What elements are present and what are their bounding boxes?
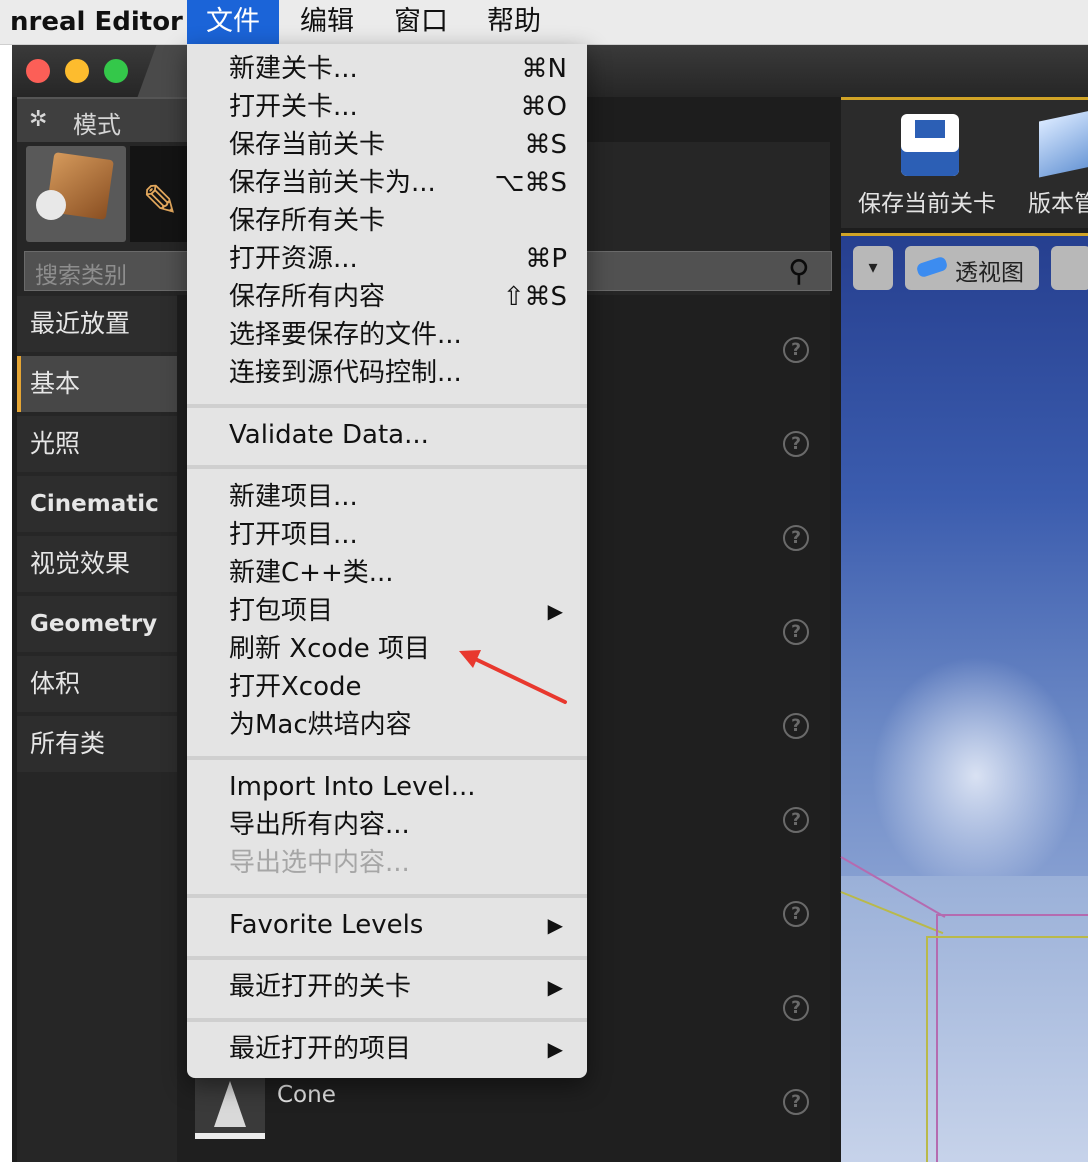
help-icon[interactable]: ? <box>783 431 809 457</box>
submenu-arrow-icon: ▶ <box>547 1037 563 1061</box>
menu-item-save-current-level[interactable]: 保存当前关卡 ⌘S <box>187 126 587 164</box>
menu-item-import-into-level[interactable]: Import Into Level... <box>187 768 587 806</box>
modes-tab-label: 模式 <box>73 111 121 139</box>
search-icon[interactable]: ⚲ <box>788 254 810 289</box>
help-icon[interactable]: ? <box>783 713 809 739</box>
menu-item-export-all[interactable]: 导出所有内容... <box>187 806 587 844</box>
list-item-label[interactable]: Cone <box>277 1082 336 1108</box>
main-toolbar: 保存当前关卡 版本管 <box>841 97 1088 228</box>
minimize-window-button[interactable] <box>65 59 89 83</box>
menu-item-choose-files-to-save[interactable]: 选择要保存的文件... <box>187 316 587 354</box>
perspective-icon <box>915 255 949 279</box>
help-icon[interactable]: ? <box>783 619 809 645</box>
help-icon[interactable]: ? <box>783 901 809 927</box>
category-basic[interactable]: 基本 <box>17 356 177 412</box>
viewport-options-dropdown[interactable]: ▾ <box>853 246 893 290</box>
source-control-button[interactable]: 版本管 <box>1028 184 1088 218</box>
modes-icon: ✲ <box>29 107 48 132</box>
menu-item-open-project[interactable]: 打开项目... <box>187 516 587 554</box>
help-icon[interactable]: ? <box>783 525 809 551</box>
brush-icon: ✎ <box>142 176 179 227</box>
cone-icon <box>214 1081 246 1127</box>
shortcut-label: ⌘N <box>521 54 567 84</box>
lightbulb-icon <box>36 190 66 220</box>
menu-separator <box>187 404 587 408</box>
menu-separator <box>187 894 587 898</box>
menu-item-recent-levels[interactable]: 最近打开的关卡 ▶ <box>187 968 587 1006</box>
menu-item-open-asset[interactable]: 打开资源... ⌘P <box>187 240 587 278</box>
shortcut-label: ⌘S <box>524 130 567 160</box>
save-icon[interactable] <box>901 114 959 176</box>
menu-item-export-selected: 导出选中内容... <box>229 848 410 878</box>
viewport-toolbar: ▾ 透视图 <box>841 236 1088 296</box>
category-visual-effects[interactable]: 视觉效果 <box>17 536 177 592</box>
menu-item-new-project[interactable]: 新建项目... <box>187 478 587 516</box>
category-all-classes[interactable]: 所有类 <box>17 716 177 772</box>
menu-item-connect-source-control[interactable]: 连接到源代码控制... <box>187 354 587 392</box>
menu-item-new-cpp-class[interactable]: 新建C++类... <box>187 554 587 592</box>
sky-cloud <box>871 656 1081 896</box>
menu-help[interactable]: 帮助 <box>487 0 541 44</box>
floppy-label-icon <box>915 120 945 138</box>
source-control-icon[interactable] <box>1039 110 1088 178</box>
submenu-arrow-icon: ▶ <box>547 975 563 999</box>
file-dropdown-menu: 新建关卡... ⌘N 打开关卡... ⌘O 保存当前关卡 ⌘S 保存当前关卡为.… <box>187 44 587 1078</box>
category-volumes[interactable]: 体积 <box>17 656 177 712</box>
menu-bar: nreal Editor 文件 编辑 窗口 帮助 <box>0 0 1088 45</box>
wireframe-volume <box>926 936 1088 1162</box>
category-geometry[interactable]: Geometry <box>17 596 177 652</box>
menu-item-open-level[interactable]: 打开关卡... ⌘O <box>187 88 587 126</box>
menu-separator <box>187 465 587 469</box>
modes-tab[interactable]: ✲ 模式 <box>17 97 197 144</box>
perspective-button[interactable]: 透视图 <box>905 246 1039 290</box>
maximize-window-button[interactable] <box>104 59 128 83</box>
shortcut-label: ⇧⌘S <box>502 282 567 312</box>
menu-separator <box>187 1018 587 1022</box>
menu-item-save-all-levels[interactable]: 保存所有关卡 <box>187 202 587 240</box>
menu-separator <box>187 756 587 760</box>
annotation-arrow-icon <box>459 650 567 704</box>
category-cinematic[interactable]: Cinematic <box>17 476 177 532</box>
menu-separator <box>187 956 587 960</box>
menu-item-package-project[interactable]: 打包项目 ▶ <box>187 592 587 630</box>
app-menu-title[interactable]: nreal Editor <box>10 0 183 44</box>
menu-edit[interactable]: 编辑 <box>300 0 354 44</box>
cone-thumbnail[interactable] <box>195 1075 265 1139</box>
help-icon[interactable]: ? <box>783 995 809 1021</box>
search-placeholder: 搜索类别 <box>35 263 127 289</box>
close-window-button[interactable] <box>26 59 50 83</box>
shortcut-label: ⌘P <box>525 244 567 274</box>
help-icon[interactable]: ? <box>783 807 809 833</box>
submenu-arrow-icon: ▶ <box>547 913 563 937</box>
menu-item-save-current-level-as[interactable]: 保存当前关卡为... ⌥⌘S <box>187 164 587 202</box>
perspective-label: 透视图 <box>955 260 1024 286</box>
menu-item-validate-data[interactable]: Validate Data... <box>187 416 587 454</box>
menu-file[interactable]: 文件 <box>187 0 279 44</box>
menu-window[interactable]: 窗口 <box>394 0 448 44</box>
menu-item-favorite-levels[interactable]: Favorite Levels ▶ <box>187 906 587 944</box>
shortcut-label: ⌥⌘S <box>494 168 567 198</box>
menu-item-save-all[interactable]: 保存所有内容 ⇧⌘S <box>187 278 587 316</box>
category-list: 最近放置 基本 光照 Cinematic 视觉效果 Geometry 体积 所有… <box>17 296 177 1162</box>
save-current-level-button[interactable]: 保存当前关卡 <box>858 184 996 218</box>
submenu-arrow-icon: ▶ <box>547 599 563 623</box>
category-lights[interactable]: 光照 <box>17 416 177 472</box>
help-icon[interactable]: ? <box>783 1089 809 1115</box>
menu-item-recent-projects[interactable]: 最近打开的项目 ▶ <box>187 1030 587 1068</box>
help-icon[interactable]: ? <box>783 337 809 363</box>
place-mode-button[interactable] <box>26 146 126 242</box>
category-recent[interactable]: 最近放置 <box>17 296 177 352</box>
menu-item-new-level[interactable]: 新建关卡... ⌘N <box>187 50 587 88</box>
level-viewport[interactable]: ▾ 透视图 <box>840 233 1088 1162</box>
shortcut-label: ⌘O <box>520 92 567 122</box>
view-mode-button[interactable] <box>1051 246 1088 290</box>
